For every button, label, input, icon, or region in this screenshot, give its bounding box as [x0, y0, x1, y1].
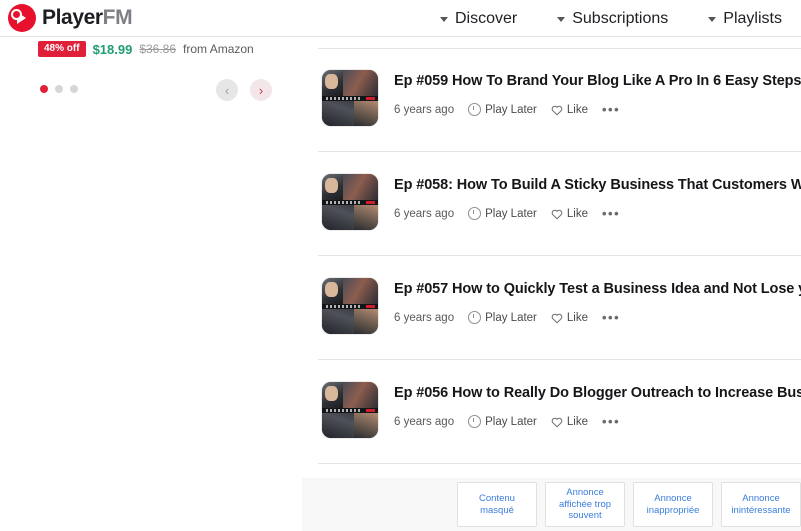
- nav-item-subscriptions-label: Subscriptions: [572, 9, 669, 27]
- like-label: Like: [566, 415, 588, 428]
- carousel-dot-2[interactable]: [55, 85, 63, 93]
- episode-body: Ep #057 How to Quickly Test a Business I…: [394, 278, 801, 325]
- deal-source: from Amazon: [183, 42, 254, 56]
- promo-carousel-controls: ‹ ›: [0, 79, 300, 105]
- carousel-dots: [40, 85, 78, 93]
- clock-icon: [468, 103, 482, 117]
- chevron-right-icon[interactable]: ›: [250, 79, 272, 101]
- like-label: Like: [566, 311, 588, 324]
- carousel-dot-3[interactable]: [70, 85, 78, 93]
- site-header: PlayerFM Discover Subscriptions Playlist…: [0, 0, 801, 37]
- like-label: Like: [566, 207, 588, 220]
- clock-icon: [468, 207, 482, 221]
- deal-price-line: 48% off $18.99 $36.86 from Amazon: [38, 41, 254, 57]
- original-price: $36.86: [139, 42, 177, 56]
- episode-age: 6 years ago: [394, 103, 455, 116]
- ad-feedback-hidden-content-button[interactable]: Contenu masqué: [457, 482, 537, 527]
- ad-feedback-panel: Contenu masqué Annonce affichée trop sou…: [302, 478, 801, 531]
- play-later-button[interactable]: Play Later: [468, 103, 537, 117]
- heart-icon: [551, 104, 563, 116]
- play-later-button[interactable]: Play Later: [468, 311, 537, 325]
- play-later-label: Play Later: [485, 207, 537, 220]
- table-row[interactable]: Ep #058: How To Build A Sticky Business …: [318, 152, 801, 256]
- episode-title[interactable]: Ep #056 How to Really Do Blogger Outreac…: [394, 384, 801, 402]
- episode-artwork[interactable]: [322, 382, 378, 438]
- ad-feedback-buttons: Contenu masqué Annonce affichée trop sou…: [457, 482, 801, 527]
- caret-down-icon: [557, 17, 566, 22]
- episode-artwork[interactable]: [322, 174, 378, 230]
- episode-meta: 6 years ago Play Later Like •••: [394, 103, 801, 117]
- table-row[interactable]: Ep #059 How To Brand Your Blog Like A Pr…: [318, 48, 801, 152]
- table-row[interactable]: Ep #056 How to Really Do Blogger Outreac…: [318, 360, 801, 464]
- heart-icon: [551, 208, 563, 220]
- episode-artwork[interactable]: [322, 278, 378, 334]
- play-later-label: Play Later: [485, 103, 537, 116]
- chevron-left-icon[interactable]: ‹: [216, 79, 238, 101]
- nav-item-playlists[interactable]: Playlists: [708, 10, 782, 28]
- ellipsis-icon[interactable]: •••: [602, 207, 620, 220]
- table-row[interactable]: Ep #057 How to Quickly Test a Business I…: [318, 256, 801, 360]
- nav-item-subscriptions[interactable]: Subscriptions: [557, 10, 668, 28]
- carousel-arrows: ‹ ›: [216, 79, 272, 101]
- play-later-button[interactable]: Play Later: [468, 207, 537, 221]
- brand-wordmark: PlayerFM: [42, 4, 133, 32]
- like-button[interactable]: Like: [551, 416, 588, 428]
- episode-body: Ep #059 How To Brand Your Blog Like A Pr…: [394, 70, 801, 117]
- episode-meta: 6 years ago Play Later Like •••: [394, 415, 801, 429]
- episode-body: Ep #056 How to Really Do Blogger Outreac…: [394, 382, 801, 429]
- nav-item-discover-label: Discover: [455, 9, 518, 27]
- episode-meta: 6 years ago Play Later Like •••: [394, 207, 801, 221]
- brand-logo-link[interactable]: PlayerFM: [8, 4, 133, 32]
- main-navigation: Discover Subscriptions Playlists: [440, 0, 782, 37]
- nav-item-playlists-label: Playlists: [723, 9, 782, 27]
- like-button[interactable]: Like: [551, 208, 588, 220]
- nav-item-discover[interactable]: Discover: [440, 10, 517, 28]
- like-button[interactable]: Like: [551, 312, 588, 324]
- brand-name-primary: Player: [42, 6, 103, 29]
- sale-price: $18.99: [92, 41, 133, 57]
- ellipsis-icon[interactable]: •••: [602, 103, 620, 116]
- like-label: Like: [566, 103, 588, 116]
- episode-list: Ep #059 How To Brand Your Blog Like A Pr…: [318, 48, 801, 464]
- episode-meta: 6 years ago Play Later Like •••: [394, 311, 801, 325]
- brand-name-secondary: FM: [102, 6, 133, 29]
- caret-down-icon: [708, 17, 717, 22]
- episode-body: Ep #058: How To Build A Sticky Business …: [394, 174, 801, 221]
- episode-title[interactable]: Ep #059 How To Brand Your Blog Like A Pr…: [394, 72, 801, 90]
- episode-age: 6 years ago: [394, 415, 455, 428]
- episode-title[interactable]: Ep #057 How to Quickly Test a Business I…: [394, 280, 801, 298]
- ad-feedback-too-frequent-button[interactable]: Annonce affichée trop souvent: [545, 482, 625, 527]
- playerfm-logo-icon: [8, 4, 36, 32]
- play-later-button[interactable]: Play Later: [468, 415, 537, 429]
- clock-icon: [468, 415, 482, 429]
- episode-age: 6 years ago: [394, 207, 455, 220]
- carousel-dot-1[interactable]: [40, 85, 48, 93]
- promo-sidebar: 48% off $18.99 $36.86 from Amazon ‹ ›: [0, 37, 300, 531]
- play-later-label: Play Later: [485, 311, 537, 324]
- ad-feedback-uninteresting-button[interactable]: Annonce inintéressante: [721, 482, 801, 527]
- ellipsis-icon[interactable]: •••: [602, 415, 620, 428]
- heart-icon: [551, 312, 563, 324]
- episode-artwork[interactable]: [322, 70, 378, 126]
- like-button[interactable]: Like: [551, 104, 588, 116]
- ellipsis-icon[interactable]: •••: [602, 311, 620, 324]
- play-later-label: Play Later: [485, 415, 537, 428]
- discount-badge: 48% off: [38, 41, 86, 57]
- episode-title[interactable]: Ep #058: How To Build A Sticky Business …: [394, 176, 801, 194]
- clock-icon: [468, 311, 482, 325]
- episode-age: 6 years ago: [394, 311, 455, 324]
- caret-down-icon: [440, 17, 448, 22]
- heart-icon: [551, 416, 563, 428]
- ad-feedback-inappropriate-button[interactable]: Annonce inappropriée: [633, 482, 713, 527]
